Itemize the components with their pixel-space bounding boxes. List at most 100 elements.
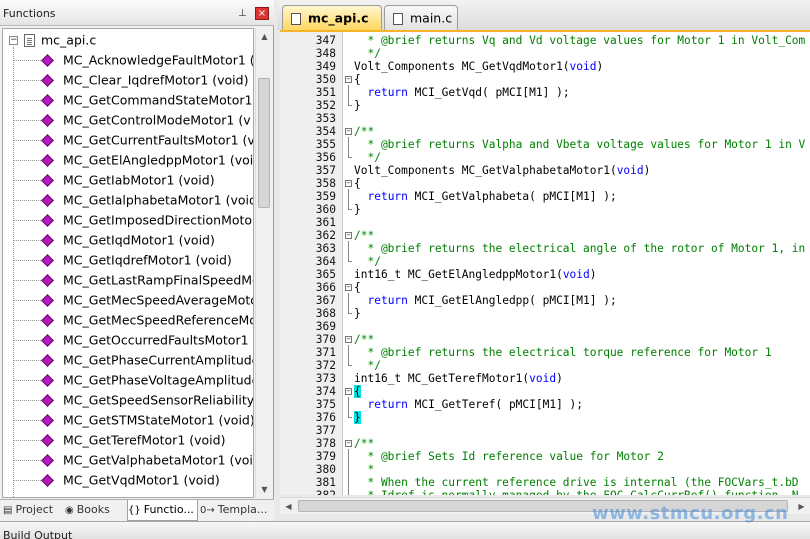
function-list-item[interactable]: MC_GetElAngledppMotor1 (voi [13,150,253,170]
function-list-item[interactable]: MC_GetVqdMotor1 (void) [13,470,220,490]
function-list-item[interactable]: MC_GetTerefMotor1 (void) [13,430,225,450]
code-line: 378 /** [280,437,810,450]
function-name: MC_GetMecSpeedAverageMoto [63,292,254,308]
function-list-item[interactable]: MC_GetIabMotor1 (void) [13,170,215,190]
fold-guide-end [348,157,352,158]
function-list-item[interactable]: MC_GetLastRampFinalSpeedMc [13,270,253,290]
scroll-up-arrow-icon[interactable]: ▲ [256,28,273,45]
function-icon [41,434,54,447]
function-icon [41,314,54,327]
function-list-item[interactable]: MC_GetIqdMotor1 (void) [13,230,215,250]
function-icon [41,414,54,427]
function-list-item[interactable]: MC_GetOccurredFaultsMotor1 ( [13,330,254,350]
function-list-item[interactable]: MC_GetSpeedSensorReliabilityM [13,390,254,410]
fold-collapse-icon[interactable]: − [345,180,352,187]
fold-guide-end [348,365,352,366]
function-list-item[interactable]: MC_GetCommandStateMotor1 [13,90,252,110]
code-line: 357 Volt_Components MC_GetValphabetaMotor… [280,164,810,177]
code-token: { [354,73,361,86]
tab-templates[interactable]: 0→ Templa... [200,500,272,521]
close-icon[interactable]: × [255,7,269,20]
fold-collapse-icon[interactable]: − [345,128,352,135]
line-number: 374 [315,385,336,398]
fold-collapse-icon[interactable]: − [345,232,352,239]
line-number: 379 [315,450,336,463]
function-list-item[interactable]: MC_GetCurrentFaultsMotor1 (vo [13,130,253,150]
code-text: /** [354,333,374,346]
tab-mc-api-c[interactable]: mc_api.c [282,5,382,31]
code-line: 375 return MCI_GetTeref( pMCI[M1] ); [280,398,810,411]
function-list-item[interactable]: MC_GetImposedDirectionMotor [13,210,253,230]
function-list-item[interactable]: MC_GetControlModeMotor1 (v [13,110,251,130]
pin-icon[interactable]: ⊥ [238,8,247,19]
tree-connector [13,360,41,361]
tab-books[interactable]: ◉ Books [65,500,125,521]
function-name: MC_GetSpeedSensorReliabilityM [63,392,254,408]
tab-functions[interactable]: {} Functio... [127,500,198,521]
function-icon [41,334,54,347]
code-token: MCI_GetVqd( pMCI[M1] ); [407,86,570,99]
tree-vertical-scrollbar[interactable]: ▲ ▼ [255,28,272,498]
line-number: 376 [315,411,336,424]
tree-connector [13,200,41,201]
code-text: { [354,385,361,398]
function-name: MC_GetCommandStateMotor1 [63,92,253,108]
code-text: { [354,281,361,294]
function-list-item[interactable]: MC_GetMecSpeedReferenceMc [13,310,253,330]
code-text: /** [354,125,374,138]
line-number: 351 [315,86,336,99]
fold-collapse-icon[interactable]: − [345,388,352,395]
tree-connector [13,460,41,461]
fold-guide-end [348,261,352,262]
function-list-item[interactable]: MC_GetIqdrefMotor1 (void) [13,250,232,270]
code-line: 381 * When the current reference drive i… [280,476,810,489]
function-list-item[interactable]: MC_Clear_IqdrefMotor1 (void) [13,70,248,90]
scroll-right-arrow-icon[interactable]: ▶ [793,498,810,515]
fold-collapse-icon[interactable]: − [345,284,352,291]
scroll-down-arrow-icon[interactable]: ▼ [256,481,273,498]
code-line: 354 /** [280,125,810,138]
comment-token: /** [354,125,375,138]
watermark: www.stmcu.org.cn [592,503,789,524]
editor-pane: mc_api.c main.c 347 * @brief returns Vq … [277,0,810,521]
collapse-icon[interactable]: − [9,36,18,45]
line-number: 363 [315,242,336,255]
scroll-thumb[interactable] [258,78,270,208]
function-icon [41,254,54,267]
fold-guide [348,85,349,105]
code-editor[interactable]: 347 * @brief returns Vq and Vd voltage v… [280,30,810,495]
function-icon [41,74,54,87]
function-icon [41,174,54,187]
function-list-item[interactable]: MC_GetPhaseCurrentAmplitudeI [13,350,253,370]
line-number: 349 [315,60,336,73]
fold-guide [348,137,349,157]
fold-guide [348,241,349,261]
fold-collapse-icon[interactable]: − [345,76,352,83]
fold-collapse-icon[interactable]: − [345,336,352,343]
function-icon [41,94,54,107]
function-list-item[interactable]: MC_GetPhaseVoltageAmplitude [13,370,253,390]
file-icon [24,34,35,47]
code-token: } [354,203,361,216]
code-line: 377 [280,424,810,437]
function-name: MC_GetOccurredFaultsMotor1 ( [63,332,254,348]
comment-token: */ [354,359,381,372]
fold-collapse-icon[interactable]: − [345,440,352,447]
function-list-item[interactable]: MC_GetIalphabetaMotor1 (void [13,190,253,210]
functions-tree[interactable]: − mc_api.c MC_AcknowledgeFaultMotor1 (MC_… [2,28,254,498]
matched-brace: { [354,385,361,398]
function-list-item[interactable]: MC_GetValphabetaMotor1 (voi [13,450,253,470]
function-list-item[interactable]: MC_AcknowledgeFaultMotor1 ( [13,50,253,70]
tab-project[interactable]: ▤ Project [3,500,63,521]
code-line: 359 return MCI_GetValphabeta( pMCI[M1] )… [280,190,810,203]
tab-main-c[interactable]: main.c [384,5,458,30]
fold-guide-end [348,209,352,210]
code-line: 369 [280,320,810,333]
function-list-item[interactable]: MC_GetMecSpeedAverageMoto [13,290,254,310]
scroll-left-arrow-icon[interactable]: ◀ [280,498,297,515]
function-list-item[interactable]: MC_GetSTMStateMotor1 (void) [13,410,253,430]
code-line: 370 /** [280,333,810,346]
panel-tabs: ▤ Project ◉ Books {} Functio... 0→ Templa... [0,499,274,521]
tree-root-file[interactable]: − mc_api.c [9,30,96,50]
